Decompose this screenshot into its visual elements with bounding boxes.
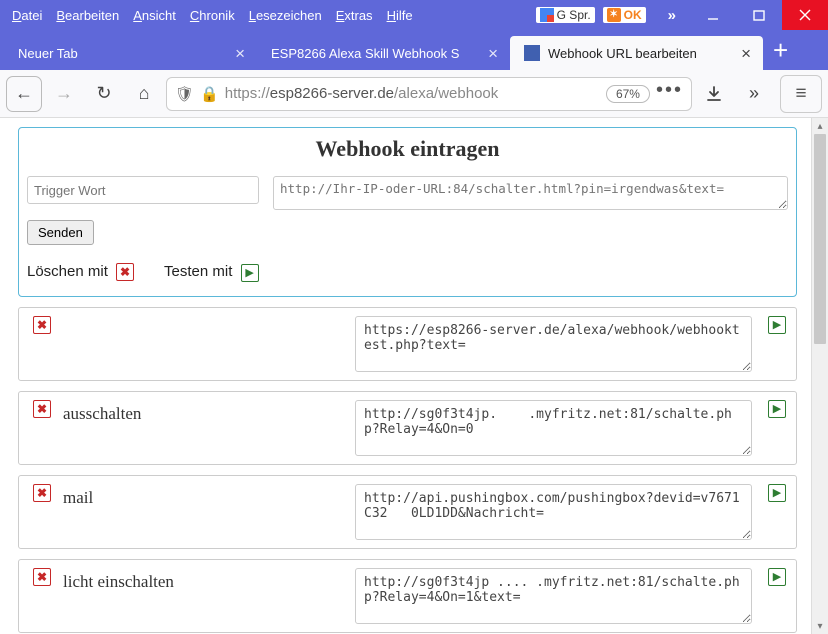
page-actions-icon[interactable]: ••• bbox=[656, 90, 683, 97]
window-close-button[interactable] bbox=[782, 0, 828, 30]
tab-close-icon[interactable]: × bbox=[484, 45, 502, 62]
maximize-button[interactable] bbox=[736, 0, 782, 30]
delete-icon: ✖ bbox=[116, 263, 134, 281]
toolbar-overflow-button[interactable]: » bbox=[736, 76, 772, 112]
scroll-up-icon[interactable]: ▴ bbox=[812, 118, 828, 134]
webhook-url-field[interactable]: http://sg0f3t4jp. .myfritz.net:81/schalt… bbox=[355, 400, 752, 456]
webhook-row: ✖ licht einschalten http://sg0f3t4jp .... … bbox=[18, 559, 797, 633]
menu-hilfe[interactable]: Hilfe bbox=[387, 8, 413, 23]
tab-esp8266[interactable]: ESP8266 Alexa Skill Webhook S × bbox=[257, 36, 510, 70]
page-title: Webhook eintragen bbox=[27, 136, 788, 162]
back-button[interactable]: ← bbox=[6, 76, 42, 112]
play-icon: ▶ bbox=[241, 264, 259, 282]
legend-row: Löschen mit ✖ Testen mit ▶ bbox=[27, 263, 788, 282]
test-button[interactable]: ▶ bbox=[768, 400, 786, 418]
trigger-input[interactable] bbox=[27, 176, 259, 204]
window-controls bbox=[690, 0, 828, 30]
tab-new[interactable]: Neuer Tab × bbox=[4, 36, 257, 70]
scroll-down-icon[interactable]: ▾ bbox=[812, 618, 828, 634]
webhook-row: ✖ mail http://api.pushingbox.com/pushingbo… bbox=[18, 475, 797, 549]
url-text: https://esp8266-server.de/alexa/webhook bbox=[225, 85, 600, 102]
tab-strip: Neuer Tab × ESP8266 Alexa Skill Webhook … bbox=[0, 30, 828, 70]
scroll-thumb[interactable] bbox=[814, 134, 826, 344]
test-button[interactable]: ▶ bbox=[768, 316, 786, 334]
translate-icon bbox=[540, 8, 554, 22]
zoom-indicator[interactable]: 67% bbox=[606, 85, 650, 103]
menu-extras[interactable]: Extras bbox=[336, 8, 373, 23]
test-legend-label: Testen mit bbox=[164, 263, 232, 280]
titlebar: Datei Bearbeiten Ansicht Chronik Lesezei… bbox=[0, 0, 828, 30]
scrollbar[interactable]: ▴ ▾ bbox=[811, 118, 828, 634]
webhook-row: ✖ https://esp8266-server.de/alexa/webhook… bbox=[18, 307, 797, 381]
form-card: Webhook eintragen Senden Löschen mit ✖ T… bbox=[18, 127, 797, 297]
webhook-trigger: ausschalten bbox=[63, 400, 343, 424]
forward-button[interactable]: → bbox=[46, 76, 82, 112]
url-input[interactable] bbox=[273, 176, 788, 210]
ok-extension[interactable]: ✶OK bbox=[603, 7, 646, 23]
tab-close-icon[interactable]: × bbox=[737, 45, 755, 62]
home-button[interactable]: ⌂ bbox=[126, 76, 162, 112]
test-button[interactable]: ▶ bbox=[768, 484, 786, 502]
google-translate-extension[interactable]: G Spr. bbox=[536, 7, 595, 23]
delete-button[interactable]: ✖ bbox=[33, 484, 51, 502]
webhook-row: ✖ ausschalten http://sg0f3t4jp. .myfritz.n… bbox=[18, 391, 797, 465]
test-button[interactable]: ▶ bbox=[768, 568, 786, 586]
favicon-icon bbox=[524, 45, 540, 61]
menu-datei[interactable]: Datei bbox=[12, 8, 42, 23]
tab-label: ESP8266 Alexa Skill Webhook S bbox=[271, 46, 459, 61]
toolbar: ← → ↻ ⌂ 🛡 🔒 https://esp8266-server.de/al… bbox=[0, 70, 828, 118]
page-content: Webhook eintragen Senden Löschen mit ✖ T… bbox=[0, 118, 811, 634]
webhook-url-field[interactable]: http://api.pushingbox.com/pushingbox?dev… bbox=[355, 484, 752, 540]
menu-chronik[interactable]: Chronik bbox=[190, 8, 235, 23]
webhook-url-field[interactable]: https://esp8266-server.de/alexa/webhook/… bbox=[355, 316, 752, 372]
delete-button[interactable]: ✖ bbox=[33, 400, 51, 418]
lock-icon[interactable]: 🔒 bbox=[200, 85, 219, 103]
url-bar[interactable]: 🛡 🔒 https://esp8266-server.de/alexa/webh… bbox=[166, 77, 692, 111]
webhook-trigger: licht einschalten bbox=[63, 568, 343, 592]
app-menu-button[interactable]: ≡ bbox=[780, 75, 822, 113]
delete-button[interactable]: ✖ bbox=[33, 316, 51, 334]
shield-icon[interactable]: 🛡 bbox=[175, 85, 194, 103]
webhook-trigger bbox=[63, 316, 343, 320]
tab-label: Neuer Tab bbox=[18, 46, 78, 61]
ok-icon: ✶ bbox=[607, 8, 621, 22]
menu-bearbeiten[interactable]: Bearbeiten bbox=[56, 8, 119, 23]
menu-ansicht[interactable]: Ansicht bbox=[133, 8, 176, 23]
send-button[interactable]: Senden bbox=[27, 220, 94, 245]
tab-close-icon[interactable]: × bbox=[231, 45, 249, 62]
overflow-chevron-icon[interactable]: » bbox=[654, 7, 690, 24]
menu-bar: Datei Bearbeiten Ansicht Chronik Lesezei… bbox=[0, 8, 536, 23]
new-tab-button[interactable]: + bbox=[763, 35, 798, 70]
downloads-button[interactable] bbox=[696, 76, 732, 112]
tab-webhook-url[interactable]: Webhook URL bearbeiten × bbox=[510, 36, 763, 70]
delete-button[interactable]: ✖ bbox=[33, 568, 51, 586]
reload-button[interactable]: ↻ bbox=[86, 76, 122, 112]
minimize-button[interactable] bbox=[690, 0, 736, 30]
delete-legend-label: Löschen mit bbox=[27, 263, 108, 280]
webhook-trigger: mail bbox=[63, 484, 343, 508]
menu-lesezeichen[interactable]: Lesezeichen bbox=[249, 8, 322, 23]
webhook-url-field[interactable]: http://sg0f3t4jp .... .myfritz.net:81/sc… bbox=[355, 568, 752, 624]
tab-label: Webhook URL bearbeiten bbox=[548, 46, 697, 61]
